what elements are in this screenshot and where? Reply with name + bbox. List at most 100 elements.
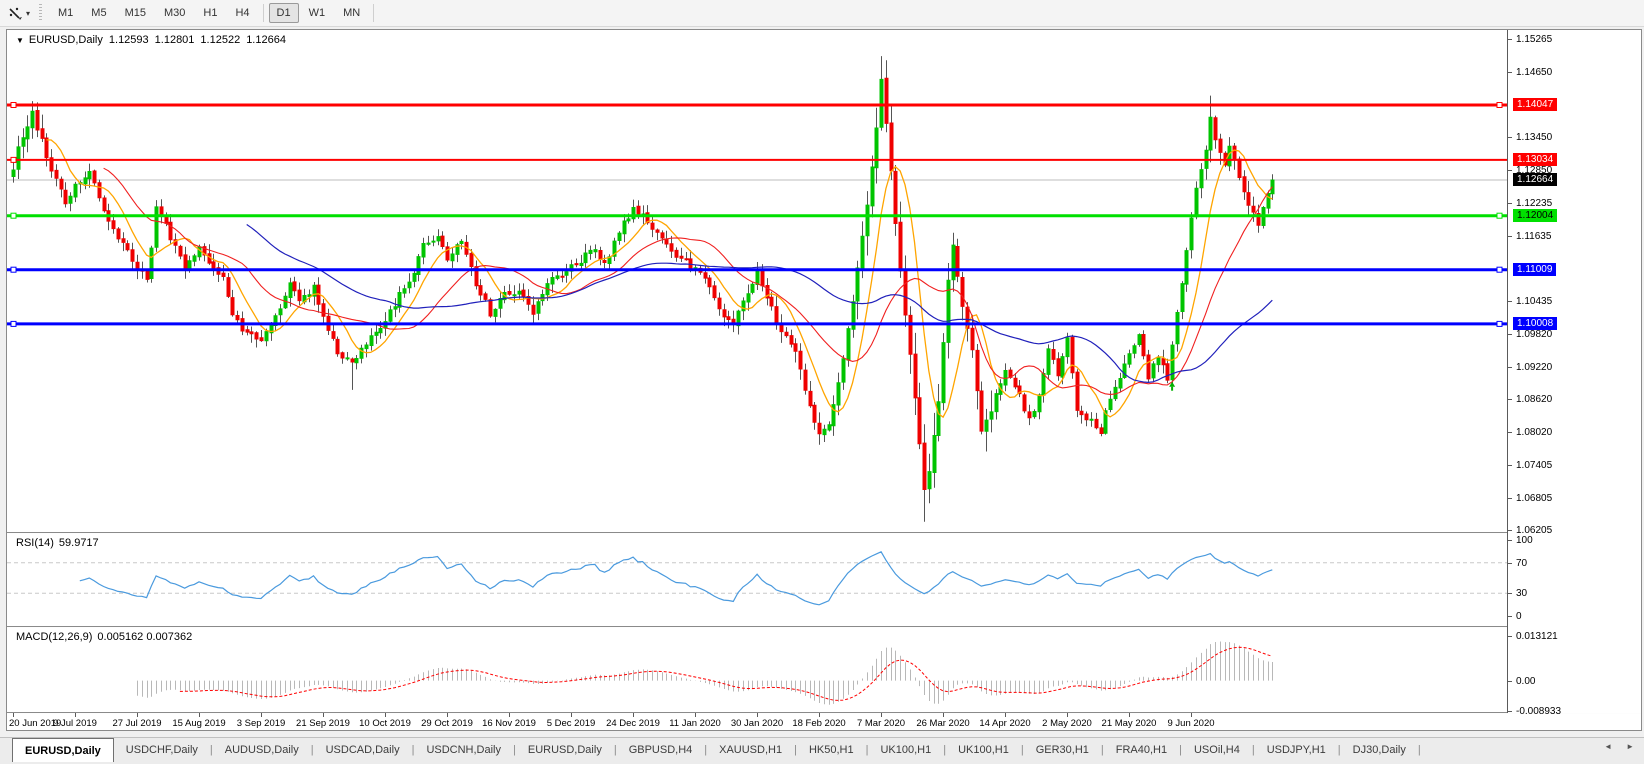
price-tick-label: 1.09820 (1516, 329, 1553, 340)
tab-separator: | (1417, 743, 1421, 756)
price-tick-label: 0.013121 (1516, 631, 1558, 642)
price-axis[interactable]: 1.15265 1.14650 1.13450 1.12850 1.12235 1.116… (1507, 30, 1641, 717)
price-tick-label: 100 (1516, 535, 1533, 546)
axis-tick (1508, 636, 1512, 637)
date-tick (261, 713, 262, 717)
tab-scroll-right-icon[interactable]: ► (1626, 742, 1634, 751)
date-tick (199, 713, 200, 717)
chart-tab-10-uk100-h1[interactable]: UK100,H1 (946, 738, 1021, 761)
price-tick-label: 1.15265 (1516, 34, 1553, 45)
axis-tick (1508, 137, 1512, 138)
price-tick-label: 0.00 (1516, 676, 1536, 687)
date-label: 27 Jul 2019 (112, 718, 162, 729)
top-toolbar: ▾ M1 M5 M15 M30 H1 H4 D1 W1 MN (0, 0, 1644, 27)
axis-tick (1508, 399, 1512, 400)
price-tick-label: -0.008933 (1516, 706, 1562, 717)
price-tick-label: 1.09220 (1516, 362, 1553, 373)
ohlc-close: 1.12664 (246, 34, 286, 46)
chart-tab-12-fra40-h1[interactable]: FRA40,H1 (1104, 738, 1179, 761)
rsi-value: 59.9717 (58, 537, 99, 549)
timeframe-button-h4[interactable]: H4 (227, 3, 257, 23)
macd-panel[interactable] (7, 628, 1507, 712)
chart-tab-11-ger30-h1[interactable]: GER30,H1 (1024, 738, 1101, 761)
timeframe-button-m1[interactable]: M1 (50, 3, 81, 23)
date-tick (137, 713, 138, 717)
date-tick (385, 713, 386, 717)
chart-tab-3-usdcad-daily[interactable]: USDCAD,Daily (314, 738, 412, 761)
chart-tab-13-usoil-h4[interactable]: USOil,H4 (1182, 738, 1252, 761)
toolbar-grip[interactable] (38, 4, 44, 22)
timeframe-button-m5[interactable]: M5 (83, 3, 114, 23)
price-badge-1.12004: 1.12004 (1513, 209, 1558, 222)
date-label: 29 Oct 2019 (421, 718, 473, 729)
axis-tick (1508, 72, 1512, 73)
timeframe-button-mn[interactable]: MN (335, 3, 368, 23)
timeframe-button-m15[interactable]: M15 (117, 3, 154, 23)
tab-scroll-left-icon[interactable]: ◄ (1604, 742, 1612, 751)
timeframe-button-w1[interactable]: W1 (301, 3, 334, 23)
date-label: 5 Dec 2019 (546, 718, 596, 729)
panel-separator[interactable] (7, 532, 1641, 534)
collapse-arrow-icon[interactable]: ▼ (16, 36, 24, 45)
toolbar-separator (373, 4, 375, 22)
date-label: 7 Mar 2020 (856, 718, 906, 729)
axis-tick (1508, 203, 1512, 204)
macd-label: MACD(12,26,9) 0.005162 0.007362 (16, 631, 192, 643)
date-label: 24 Dec 2019 (606, 718, 660, 729)
chart-tab-15-dj30-daily[interactable]: DJ30,Daily (1341, 738, 1418, 761)
chart-title: ▼ EURUSD,Daily 1.12593 1.12801 1.12522 1… (16, 34, 286, 46)
chart-tab-9-uk100-h1[interactable]: UK100,H1 (868, 738, 943, 761)
axis-tick (1508, 39, 1512, 40)
toolbar-dropdown-icon[interactable]: ▾ (26, 9, 30, 18)
chart-tab-bar: EURUSD,Daily USDCHF,Daily | AUDUSD,Daily | US… (0, 737, 1644, 764)
date-label: 3 Sep 2019 (236, 718, 286, 729)
timeframe-button-d1[interactable]: D1 (268, 3, 299, 23)
date-label: 14 Apr 2020 (979, 718, 1031, 729)
chart-tab-6-gbpusd-h4[interactable]: GBPUSD,H4 (617, 738, 705, 761)
date-tick (571, 713, 572, 717)
date-axis[interactable]: 20 Jun 2019 9 Jul 2019 27 Jul 2019 15 Aug 2… (7, 713, 1507, 732)
date-label: 21 May 2020 (1101, 718, 1157, 729)
chart-tab-1-usdchf-daily[interactable]: USDCHF,Daily (114, 738, 210, 761)
chart-tab-0-eurusd-daily[interactable]: EURUSD,Daily (12, 738, 114, 762)
date-tick (75, 713, 76, 717)
axis-tick (1508, 334, 1512, 335)
axis-tick (1508, 563, 1512, 564)
chart-tab-2-audusd-daily[interactable]: AUDUSD,Daily (213, 738, 311, 761)
chart-tab-8-hk50-h1[interactable]: HK50,H1 (797, 738, 866, 761)
date-tick (1067, 713, 1068, 717)
price-tick-label: 1.11635 (1516, 231, 1552, 242)
chart-tab-14-usdjpy-h1[interactable]: USDJPY,H1 (1255, 738, 1338, 761)
price-tick-label: 0 (1516, 611, 1522, 622)
axis-tick (1508, 367, 1512, 368)
price-tick-label: 1.12235 (1516, 198, 1553, 209)
panel-separator[interactable] (7, 626, 1641, 628)
date-label: 11 Jan 2020 (669, 718, 721, 729)
rsi-panel[interactable] (7, 534, 1507, 626)
axis-tick (1508, 681, 1512, 682)
price-tick-label: 30 (1516, 588, 1528, 599)
date-label: 2 May 2020 (1042, 718, 1092, 729)
axis-tick (1508, 170, 1512, 171)
date-tick (695, 713, 696, 717)
price-badge-1.11009: 1.11009 (1513, 263, 1557, 276)
price-tick-label: 1.08620 (1516, 394, 1553, 405)
chart-tools-icon[interactable] (5, 3, 25, 23)
main-price-panel[interactable] (7, 30, 1507, 532)
date-tick (1191, 713, 1192, 717)
axis-tick (1508, 616, 1512, 617)
timeframe-button-h1[interactable]: H1 (195, 3, 225, 23)
chart-tab-5-eurusd-daily[interactable]: EURUSD,Daily (516, 738, 614, 761)
chart-tab-7-xauusd-h1[interactable]: XAUUSD,H1 (707, 738, 794, 761)
date-tick (881, 713, 882, 717)
timeframe-button-m30[interactable]: M30 (156, 3, 193, 23)
date-label: 10 Oct 2019 (359, 718, 411, 729)
price-tick-label: 1.13450 (1516, 132, 1553, 143)
price-tick-label: 70 (1516, 558, 1528, 569)
chart-tab-4-usdcnh-daily[interactable]: USDCNH,Daily (414, 738, 513, 761)
axis-tick (1508, 301, 1512, 302)
date-tick (509, 713, 510, 717)
axis-tick (1508, 465, 1512, 466)
axis-tick (1508, 593, 1512, 594)
date-label: 9 Jun 2020 (1167, 718, 1215, 729)
